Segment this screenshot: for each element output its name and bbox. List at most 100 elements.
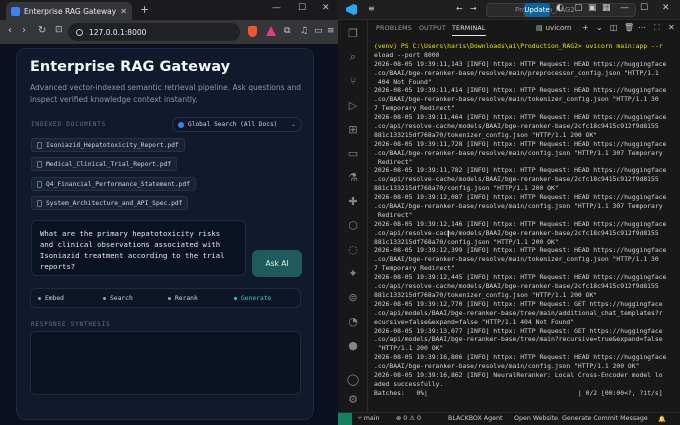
brave-shield-icon[interactable]: [248, 26, 257, 37]
copilot-icon[interactable]: ✦: [346, 266, 360, 280]
downloads-icon[interactable]: ▭: [314, 26, 323, 36]
page-subtitle: Advanced vector-indexed semantic retriev…: [30, 83, 302, 104]
maximize-icon[interactable]: ☐: [298, 3, 306, 13]
remote-indicator[interactable]: [338, 413, 352, 425]
branch-indicator[interactable]: ⑂ main: [358, 415, 380, 422]
problems-indicator[interactable]: ⊗ 0 ⚠ 0: [396, 415, 421, 422]
browser-window: Enterprise RAG Gateway | AI Kno... ✕ + —…: [0, 0, 338, 425]
close-panel-icon[interactable]: ✕: [668, 23, 675, 32]
document-chip[interactable]: Q4_Financial_Performance_Statement.pdf: [31, 177, 197, 191]
document-name: Q4_Financial_Performance_Statement.pdf: [46, 180, 191, 188]
branch-name: main: [363, 415, 380, 422]
settings-gear-icon[interactable]: ⚙: [346, 392, 360, 406]
reload-icon[interactable]: ↻: [38, 25, 46, 36]
minimize-icon[interactable]: —: [272, 3, 281, 13]
layout-panel-icon[interactable]: ▢: [574, 3, 583, 13]
terminal-line: ecursive=false&expand=false "HTTP/1.1 40…: [374, 317, 575, 326]
global-search-select[interactable]: Global Search (All Docs) ⌄: [172, 117, 302, 132]
open-website-button[interactable]: Open Website: [514, 415, 558, 422]
generate-commit-button[interactable]: Generate Commit Message: [562, 415, 648, 422]
menu-icon[interactable]: ≡: [368, 4, 375, 13]
status-dot-icon: [103, 297, 106, 300]
terminal-selector[interactable]: ▤ uvicorn: [536, 24, 571, 32]
kill-terminal-icon[interactable]: 🗑: [624, 23, 634, 32]
blackbox-agent-button[interactable]: BLACKBOX Agent: [448, 415, 502, 422]
notifications-icon[interactable]: 🔔: [658, 415, 666, 423]
update-button[interactable]: Update: [524, 3, 550, 17]
more-actions-icon[interactable]: ⋯: [638, 23, 646, 32]
tab-problems[interactable]: PROBLEMS: [376, 25, 412, 32]
terminal-dropdown-icon[interactable]: ⌄: [596, 23, 603, 32]
new-tab-icon[interactable]: +: [140, 3, 149, 16]
maximize-panel-icon[interactable]: ⛶: [654, 23, 660, 33]
pipeline-step-generate: Generate: [234, 295, 271, 302]
activity-bar: ❐ ⌕ ⑂ ▷ ⊞ ▭ ⚗ ✚ ⬡ ◌ ✦ ⊜ ◔ ● ◯ ⚙: [338, 20, 368, 412]
github-icon[interactable]: ●: [346, 338, 360, 352]
document-name: Medical_Clinical_Trial_Report.pdf: [46, 160, 172, 168]
brave-rewards-icon[interactable]: [266, 26, 276, 36]
docker-icon[interactable]: ⬡: [346, 218, 360, 232]
minimize-icon[interactable]: —: [620, 3, 629, 13]
file-icon: [37, 180, 42, 188]
terminal-line: 2026-08-05 19:39:12,146 [INFO] httpx: HT…: [374, 219, 667, 228]
update-label: Update: [524, 6, 550, 14]
database-icon[interactable]: ⊜: [346, 290, 360, 304]
tab-terminal[interactable]: TERMINAL: [452, 25, 486, 36]
maximize-icon[interactable]: ☐: [640, 3, 648, 13]
terminal-line: .co/BAAI/bge-reranker-base/resolve/main/…: [374, 68, 659, 77]
split-terminal-icon[interactable]: ◫: [610, 23, 618, 32]
media-icon[interactable]: ♫: [300, 26, 308, 36]
document-chip[interactable]: Medical_Clinical_Trial_Report.pdf: [31, 157, 178, 171]
terminal-line: Batches: 0%| | 0/2 [00:00<?, ?it/s]: [374, 388, 663, 397]
close-window-icon[interactable]: ✕: [322, 3, 330, 13]
status-bar: ⑂ main ⊗ 0 ⚠ 0 BLACKBOX Agent Open Websi…: [338, 412, 680, 425]
source-control-icon[interactable]: ⑂: [346, 74, 360, 88]
terminal-line: 2026-08-05 19:39:12,399 [INFO] httpx: HT…: [374, 246, 667, 255]
terminal-output[interactable]: (venv) PS C:\Users\haris\Downloads\ai\Pr…: [374, 42, 676, 412]
python-icon[interactable]: ✚: [346, 194, 360, 208]
remote-explorer-icon[interactable]: ▭: [346, 146, 360, 160]
explorer-icon[interactable]: ❐: [346, 26, 360, 40]
chat-icon[interactable]: ◌: [346, 242, 360, 256]
search-icon[interactable]: ⌕: [346, 50, 360, 64]
close-window-icon[interactable]: ✕: [662, 3, 670, 13]
terminal-line: .co/BAAI/bge-reranker-base/resolve/main/…: [374, 255, 659, 264]
terminal-line: Redirect": [374, 157, 413, 166]
document-chip[interactable]: System_Architecture_and_API_Spec.pdf: [31, 196, 189, 210]
document-chip[interactable]: Isoniazid_Hepatotoxicity_Report.pdf: [31, 138, 185, 152]
close-tab-icon[interactable]: ✕: [120, 7, 127, 16]
question-input[interactable]: What are the primary hepatotoxicity risk…: [31, 220, 246, 276]
copilot-icon[interactable]: ◐: [556, 3, 564, 13]
timeline-icon[interactable]: ◔: [346, 314, 360, 328]
site-info-icon[interactable]: [76, 28, 83, 36]
back-icon[interactable]: ‹: [8, 25, 12, 36]
terminal-line: .co/BAAI/bge-reranker-base/resolve/main/…: [374, 95, 659, 104]
extensions-icon[interactable]: ⊞: [346, 122, 360, 136]
extensions-icon[interactable]: ⧉: [284, 26, 290, 36]
account-icon[interactable]: ◯: [346, 372, 360, 386]
nav-forward-icon[interactable]: →: [470, 4, 477, 13]
menu-icon[interactable]: ≡: [327, 26, 335, 36]
step-label: Embed: [45, 295, 64, 302]
browser-tab[interactable]: Enterprise RAG Gateway | AI Kno... ✕: [6, 2, 132, 20]
screen: Enterprise RAG Gateway | AI Kno... ✕ + —…: [0, 0, 680, 425]
layout-grid-icon[interactable]: ▦: [602, 3, 611, 13]
terminal-line: .co/api/resolve-cache/models/BAAI/bge-re…: [374, 175, 659, 184]
forward-icon[interactable]: ›: [22, 25, 26, 36]
terminal-line: 2026-08-05 19:39:13,077 [INFO] httpx: HT…: [374, 326, 663, 335]
new-terminal-icon[interactable]: +: [582, 23, 589, 32]
layout-sidebar-icon[interactable]: ▣: [588, 3, 597, 13]
bookmark-icon[interactable]: ⊡: [55, 25, 63, 35]
terminal-line: 7 Temporary Redirect": [374, 264, 455, 273]
terminal-line: eload --port 8000: [374, 50, 440, 59]
testing-icon[interactable]: ⚗: [346, 170, 360, 184]
terminal-line: 2026-08-05 19:39:11,782 [INFO] httpx: HT…: [374, 166, 667, 175]
address-bar[interactable]: 127.0.0.1:8000: [68, 23, 240, 41]
terminal-line: 881c133215df768a70/config.json "HTTP/1.1…: [374, 184, 559, 193]
nav-back-icon[interactable]: ←: [456, 4, 463, 13]
run-debug-icon[interactable]: ▷: [346, 98, 360, 112]
tab-output[interactable]: OUTPUT: [419, 25, 446, 32]
commit-label: Generate Commit Message: [562, 415, 648, 422]
tab-title: Enterprise RAG Gateway | AI Kno...: [24, 6, 117, 16]
ask-ai-button[interactable]: Ask AI: [252, 250, 302, 277]
